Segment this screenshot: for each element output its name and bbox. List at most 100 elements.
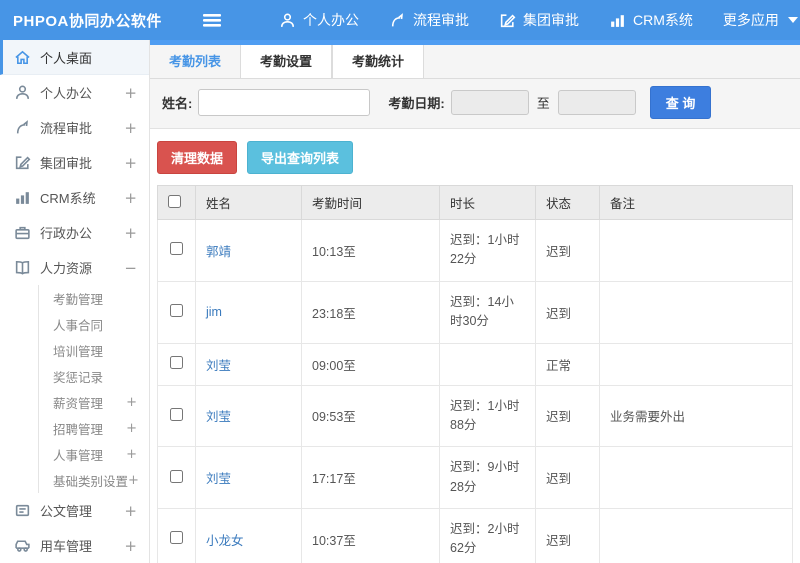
date-from-input[interactable]: [450, 90, 529, 115]
row-checkbox[interactable]: [170, 531, 183, 545]
expand-sign[interactable]: +: [124, 189, 137, 207]
topnav-more-apps[interactable]: 更多应用: [708, 0, 800, 40]
attendance-date-label: 考勤日期:: [388, 96, 445, 111]
employee-name-link[interactable]: 刘莹: [206, 359, 231, 373]
status-cell: 迟到: [535, 508, 600, 563]
main-area: 个人桌面 个人办公 + 流程审批 + 集团审批 + CRM系统 + 行政办公 +…: [0, 40, 800, 563]
topnav-personal-office[interactable]: 个人办公: [264, 0, 374, 40]
sidebar-item-vehicle-management[interactable]: 用车管理 +: [0, 528, 149, 563]
employee-name-link[interactable]: 刘莹: [206, 472, 231, 486]
attendance-time: 23:18至: [301, 280, 440, 344]
sidebar-item-document-management[interactable]: 公文管理 +: [0, 493, 149, 528]
sidebar-item-personal-office[interactable]: 个人办公 +: [0, 75, 149, 110]
query-button[interactable]: 查 询: [649, 86, 712, 119]
sidebar-item-crm-system[interactable]: CRM系统 +: [0, 180, 149, 215]
employee-name-link[interactable]: 小龙女: [206, 534, 244, 548]
expand-sign[interactable]: +: [124, 537, 137, 555]
duration-line: 迟到：9小时28分: [450, 460, 520, 494]
attendance-panel: 清理数据 导出查询列表 姓名 考勤时间 时长 状态 备注 郭靖 10:13至 迟…: [150, 129, 800, 563]
edit-icon: [14, 154, 31, 171]
expand-sign[interactable]: +: [124, 119, 137, 137]
tab-attendance-statistics[interactable]: 考勤统计: [332, 45, 425, 79]
status-cell: 正常: [535, 342, 600, 386]
search-form: 姓名: 考勤日期: 至 查 询: [150, 79, 800, 129]
sidebar-item-label: CRM系统: [40, 191, 96, 206]
sidebar-item-label: 个人办公: [40, 86, 93, 101]
topnav-label: 更多应用: [722, 12, 779, 28]
select-all-checkbox[interactable]: [168, 194, 181, 208]
expand-sign[interactable]: +: [126, 395, 137, 410]
sidebar-subitem-reward-punishment[interactable]: 奖惩记录: [39, 363, 149, 389]
note-cell: [599, 446, 793, 509]
collapse-sign[interactable]: −: [124, 259, 137, 277]
expand-sign[interactable]: +: [126, 447, 137, 462]
status-cell: 迟到: [535, 219, 600, 282]
sidebar-item-human-resources[interactable]: 人力资源 −: [0, 250, 149, 285]
employee-name-link[interactable]: 刘莹: [206, 410, 231, 424]
expand-sign[interactable]: +: [126, 421, 137, 436]
expand-sign[interactable]: +: [128, 473, 139, 488]
name-label: 姓名:: [162, 96, 193, 111]
employee-name-link[interactable]: jim: [206, 305, 222, 319]
user-icon: [14, 84, 31, 101]
row-checkbox[interactable]: [170, 242, 183, 256]
row-checkbox[interactable]: [170, 407, 183, 421]
name-search-input[interactable]: [198, 89, 371, 116]
sidebar-item-label: 人力资源: [40, 261, 93, 276]
duration-cell: 迟到：1小时22分: [439, 219, 536, 282]
duration-line: 迟到：2小时62分: [450, 522, 520, 556]
action-buttons: 清理数据 导出查询列表: [150, 129, 800, 185]
table-row: 小龙女 10:37至 迟到：2小时62分 迟到: [157, 508, 793, 563]
attendance-time: 17:17至: [301, 446, 440, 509]
sidebar-item-label: 用车管理: [40, 539, 93, 554]
tab-attendance-list[interactable]: 考勤列表: [150, 45, 240, 79]
row-checkbox[interactable]: [170, 356, 183, 369]
topnav-workflow-approval[interactable]: 流程审批: [374, 0, 484, 40]
sidebar-subitem-basic-category-settings[interactable]: 基础类别设置 +: [39, 467, 149, 493]
hr-submenu: 考勤管理 人事合同 培训管理 奖惩记录 薪资管理 + 招聘管理 + 人事管理 +…: [38, 285, 149, 493]
tab-attendance-settings[interactable]: 考勤设置: [240, 45, 333, 79]
topnav-crm-system[interactable]: CRM系统: [594, 0, 708, 40]
topnav-group-approval[interactable]: 集团审批: [484, 0, 594, 40]
home-icon: [14, 49, 31, 66]
sidebar-subitem-recruitment-management[interactable]: 招聘管理 +: [39, 415, 149, 441]
expand-sign[interactable]: +: [124, 84, 137, 102]
expand-sign[interactable]: +: [124, 154, 137, 172]
chart-icon: [14, 189, 31, 206]
subitem-label: 人事管理: [53, 448, 104, 463]
sidebar-subitem-training-management[interactable]: 培训管理: [39, 337, 149, 363]
subitem-label: 考勤管理: [53, 292, 104, 307]
sidebar-subitem-salary-management[interactable]: 薪资管理 +: [39, 389, 149, 415]
duration-line: 迟到：1小时22分: [450, 233, 520, 267]
table-header-row: 姓名 考勤时间 时长 状态 备注: [157, 185, 793, 220]
header-name: 姓名: [195, 185, 302, 220]
sidebar-item-personal-desktop[interactable]: 个人桌面: [0, 40, 149, 75]
sidebar-subitem-attendance-management[interactable]: 考勤管理: [39, 285, 149, 311]
duration-cell: 迟到：9小时28分: [439, 446, 536, 509]
flow-icon: [14, 119, 31, 136]
header-duration: 时长: [439, 185, 536, 220]
employee-name-link[interactable]: 郭靖: [206, 245, 231, 259]
briefcase-icon: [14, 224, 31, 241]
export-query-list-button[interactable]: 导出查询列表: [247, 141, 354, 174]
sidebar-subitem-personnel-contract[interactable]: 人事合同: [39, 311, 149, 337]
row-checkbox[interactable]: [170, 304, 183, 318]
topnav-label: CRM系统: [633, 12, 693, 28]
sidebar-item-group-approval[interactable]: 集团审批 +: [0, 145, 149, 180]
sidebar-item-admin-office[interactable]: 行政办公 +: [0, 215, 149, 250]
clean-data-button[interactable]: 清理数据: [157, 141, 238, 174]
table-row: 郭靖 10:13至 迟到：1小时22分 迟到: [157, 219, 793, 282]
duration-cell: [439, 342, 536, 386]
attendance-time: 10:37至: [301, 508, 440, 563]
duration-cell: 迟到：2小时62分: [439, 508, 536, 563]
note-cell: [599, 219, 793, 282]
attendance-table: 姓名 考勤时间 时长 状态 备注 郭靖 10:13至 迟到：1小时22分 迟到 …: [157, 185, 793, 563]
book-icon: [14, 259, 31, 276]
row-checkbox[interactable]: [170, 469, 183, 483]
expand-sign[interactable]: +: [124, 502, 137, 520]
sidebar-subitem-personnel-management[interactable]: 人事管理 +: [39, 441, 149, 467]
sidebar-item-workflow-approval[interactable]: 流程审批 +: [0, 110, 149, 145]
hamburger-menu-icon[interactable]: [202, 12, 222, 28]
date-to-input[interactable]: [557, 90, 636, 115]
expand-sign[interactable]: +: [124, 224, 137, 242]
